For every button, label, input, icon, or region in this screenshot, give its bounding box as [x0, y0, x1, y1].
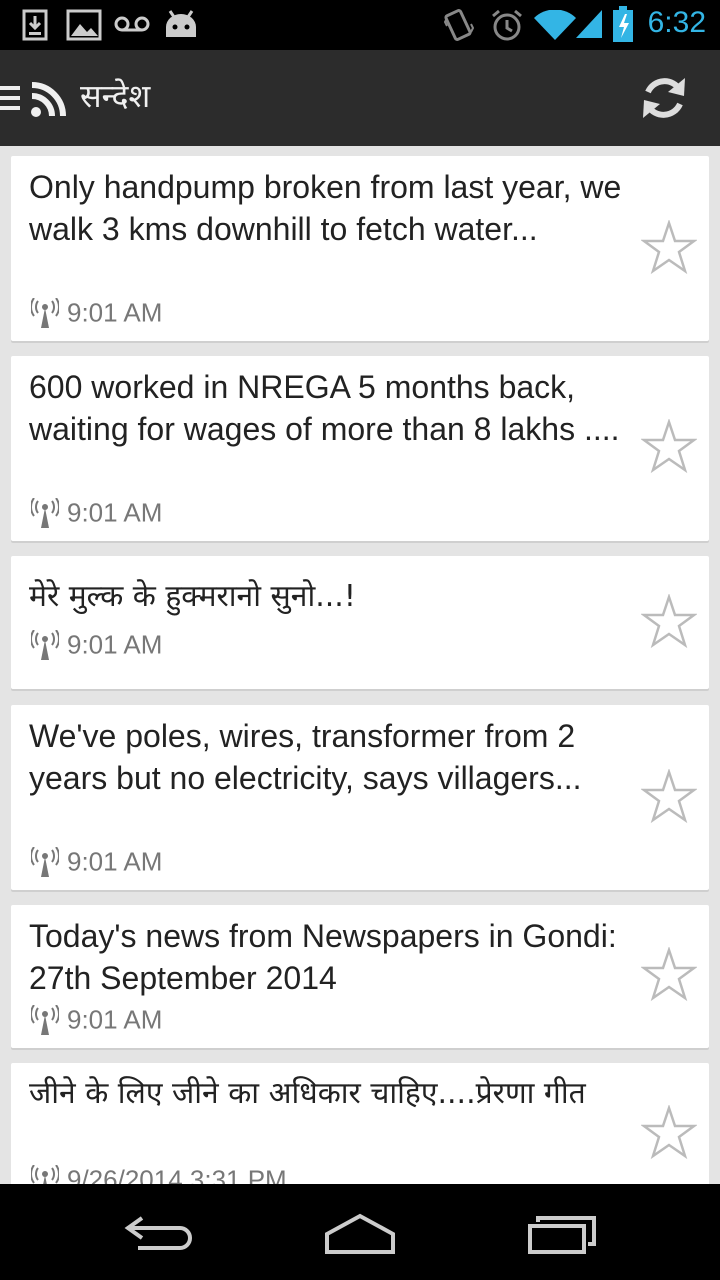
- star-icon[interactable]: [641, 220, 697, 276]
- star-icon[interactable]: [641, 947, 697, 1003]
- message-card[interactable]: जीने के लिए जीने का अधिकार चाहिए....प्रे…: [11, 1063, 709, 1184]
- star-icon[interactable]: [641, 769, 697, 825]
- message-title: 600 worked in NREGA 5 months back, waiti…: [29, 369, 620, 447]
- message-title: Only handpump broken from last year, we …: [29, 169, 622, 247]
- message-time: 9:01 AM: [67, 1004, 163, 1035]
- broadcast-icon: [31, 847, 59, 878]
- download-icon: [22, 9, 48, 41]
- menu-icon[interactable]: [0, 84, 20, 112]
- message-title: We've poles, wires, transformer from 2 y…: [29, 718, 582, 796]
- page-title: सन्देश: [80, 77, 151, 115]
- message-meta: 9:01 AM: [31, 496, 162, 529]
- message-meta: 9:01 AM: [31, 628, 162, 661]
- wifi-icon: [534, 10, 576, 40]
- star-icon[interactable]: [641, 594, 697, 650]
- message-title: मेरे मुल्क के हुक्मरानो सुनो...!: [29, 579, 356, 614]
- recent-apps-icon[interactable]: [518, 1204, 608, 1260]
- broadcast-icon: [31, 1165, 59, 1184]
- broadcast-icon: [31, 630, 59, 661]
- image-icon: [66, 9, 102, 41]
- signal-icon: [576, 10, 602, 38]
- home-icon[interactable]: [315, 1204, 405, 1260]
- action-bar: सन्देश: [0, 50, 720, 146]
- clock-time: 6:32: [647, 6, 706, 39]
- message-meta: 9/26/2014 3:31 PM: [31, 1163, 287, 1184]
- message-time: 9:01 AM: [67, 846, 163, 877]
- android-icon: [166, 10, 196, 37]
- message-meta: 9:01 AM: [31, 296, 162, 329]
- battery-charging-icon: [613, 6, 633, 42]
- voicemail-icon: [114, 16, 150, 32]
- message-title: Today's news from Newspapers in Gondi: 2…: [29, 918, 617, 996]
- status-bar: 6:32: [0, 0, 720, 50]
- broadcast-icon: [31, 298, 59, 329]
- message-time: 9:01 AM: [67, 297, 163, 328]
- star-icon[interactable]: [641, 419, 697, 475]
- message-title: जीने के लिए जीने का अधिकार चाहिए....प्रे…: [29, 1076, 586, 1111]
- back-icon[interactable]: [116, 1204, 206, 1260]
- message-card[interactable]: Today's news from Newspapers in Gondi: 2…: [11, 905, 709, 1048]
- message-list[interactable]: Only handpump broken from last year, we …: [0, 146, 720, 1184]
- star-icon[interactable]: [641, 1105, 697, 1161]
- message-card[interactable]: मेरे मुल्क के हुक्मरानो सुनो...! 9:01 AM: [11, 556, 709, 689]
- message-card[interactable]: Only handpump broken from last year, we …: [11, 156, 709, 341]
- refresh-icon[interactable]: [638, 72, 690, 124]
- message-meta: 9:01 AM: [31, 845, 162, 878]
- message-time: 9:01 AM: [67, 497, 163, 528]
- message-card[interactable]: We've poles, wires, transformer from 2 y…: [11, 705, 709, 890]
- rss-icon[interactable]: [30, 82, 66, 118]
- alarm-icon: [492, 9, 522, 41]
- navigation-bar: [0, 1184, 720, 1280]
- message-card[interactable]: 600 worked in NREGA 5 months back, waiti…: [11, 356, 709, 541]
- message-time: 9/26/2014 3:31 PM: [67, 1164, 287, 1184]
- broadcast-icon: [31, 498, 59, 529]
- message-time: 9:01 AM: [67, 629, 163, 660]
- broadcast-icon: [31, 1005, 59, 1036]
- vibrate-icon: [444, 8, 474, 42]
- message-meta: 9:01 AM: [31, 1003, 162, 1036]
